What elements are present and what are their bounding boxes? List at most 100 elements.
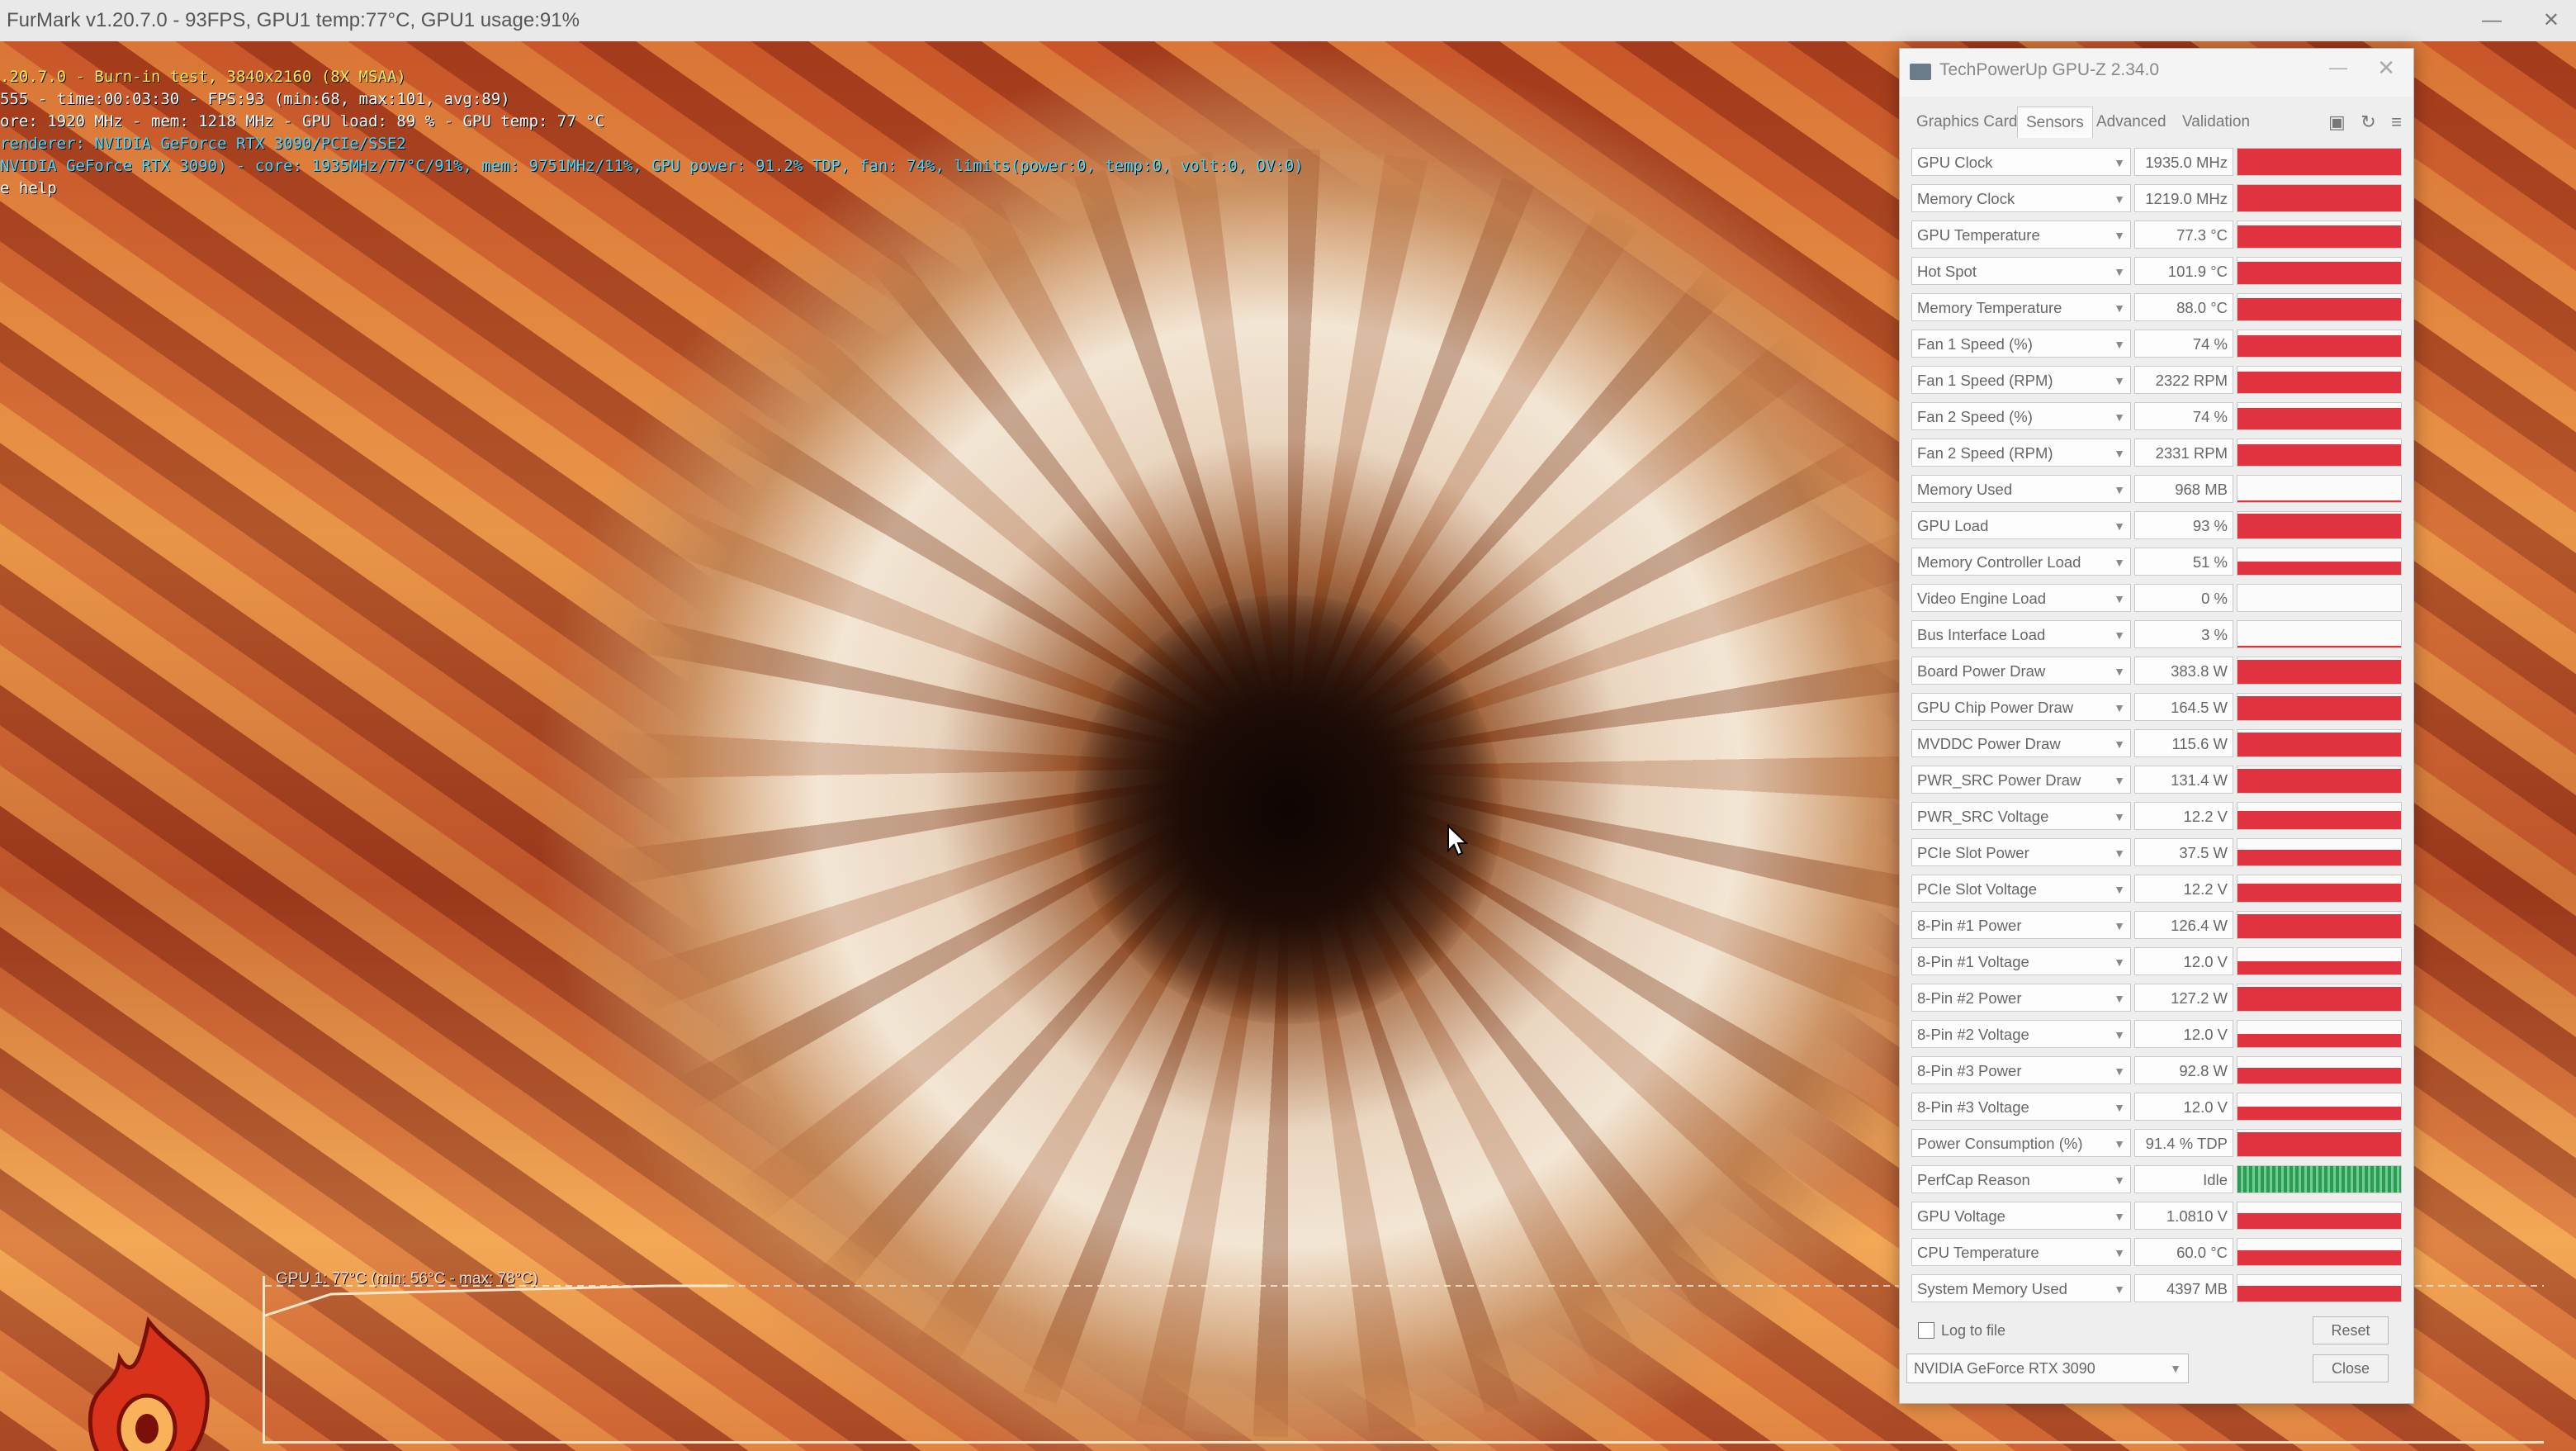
chevron-down-icon: ▼ [2114,265,2125,278]
tab-validation[interactable]: Validation [2174,107,2258,138]
sensor-row: 8-Pin #2 Voltage ▼ 12.0 V [1900,1017,2413,1053]
sensor-value: Idle [2134,1165,2233,1193]
sensor-name-dropdown[interactable]: PWR_SRC Voltage ▼ [1911,802,2131,830]
sensor-name-dropdown[interactable]: Video Engine Load ▼ [1911,584,2131,612]
chevron-down-icon: ▼ [2114,556,2125,569]
sensor-row: GPU Chip Power Draw ▼ 164.5 W [1900,690,2413,726]
sensor-row: 8-Pin #2 Power ▼ 127.2 W [1900,980,2413,1017]
sensor-graph-fill [2237,335,2401,357]
sensor-name-dropdown[interactable]: PCIe Slot Power ▼ [1911,838,2131,866]
sensor-graph [2237,366,2402,394]
chevron-down-icon: ▼ [2114,192,2125,206]
sensor-name: 8-Pin #3 Voltage [1917,1098,2029,1116]
sensor-value: 0 % [2134,584,2233,612]
sensor-row: Power Consumption (%) ▼ 91.4 % TDP [1900,1126,2413,1162]
sensor-name-dropdown[interactable]: GPU Voltage ▼ [1911,1202,2131,1230]
sensor-value: 12.2 V [2134,875,2233,903]
sensor-name-dropdown[interactable]: Fan 2 Speed (%) ▼ [1911,402,2131,430]
sensor-name-dropdown[interactable]: Memory Used ▼ [1911,475,2131,503]
minimize-icon[interactable]: — [2482,0,2502,41]
camera-icon[interactable]: ▣ [2328,111,2346,133]
sensor-value: 1935.0 MHz [2134,148,2233,176]
close-button[interactable]: Close [2313,1354,2389,1382]
sensor-name-dropdown[interactable]: GPU Temperature ▼ [1911,220,2131,249]
chevron-down-icon: ▼ [2114,1065,2125,1078]
menu-icon[interactable]: ≡ [2391,111,2402,133]
sensor-row: 8-Pin #3 Power ▼ 92.8 W [1900,1053,2413,1089]
sensor-name-dropdown[interactable]: Board Power Draw ▼ [1911,657,2131,685]
sensor-row: PWR_SRC Power Draw ▼ 131.4 W [1900,762,2413,799]
fur-donut-center [1073,595,1503,1024]
sensor-name-dropdown[interactable]: 8-Pin #3 Voltage ▼ [1911,1093,2131,1121]
chevron-down-icon: ▼ [2114,665,2125,678]
sensor-name-dropdown[interactable]: 8-Pin #1 Voltage ▼ [1911,947,2131,975]
sensor-graph-fill [2237,500,2401,502]
sensor-value: 131.4 W [2134,766,2233,794]
sensor-row: GPU Clock ▼ 1935.0 MHz [1900,145,2413,181]
sensor-name-dropdown[interactable]: 8-Pin #2 Voltage ▼ [1911,1020,2131,1048]
close-icon[interactable]: ✕ [2377,55,2395,81]
close-icon[interactable]: ✕ [2543,0,2559,41]
chevron-down-icon: ▼ [2114,1210,2125,1223]
sensor-graph-fill [2237,883,2401,902]
furmark-title-bar: FurMark v1.20.7.0 - 93FPS, GPU1 temp:77°… [0,0,2576,41]
sensor-name-dropdown[interactable]: PCIe Slot Voltage ▼ [1911,875,2131,903]
reset-button[interactable]: Reset [2313,1316,2389,1344]
sensor-graph [2237,402,2402,430]
tab-sensors[interactable]: Sensors [2017,107,2093,138]
sensor-name-dropdown[interactable]: System Memory Used ▼ [1911,1274,2131,1302]
chevron-down-icon: ▼ [2170,1362,2181,1375]
sensor-name-dropdown[interactable]: Memory Clock ▼ [1911,184,2131,212]
sensor-name-dropdown[interactable]: MVDDC Power Draw ▼ [1911,729,2131,757]
furmark-window-title: FurMark v1.20.7.0 - 93FPS, GPU1 temp:77°… [7,9,580,31]
tab-advanced[interactable]: Advanced [2088,107,2175,138]
sensor-graph-fill [2237,986,2401,1011]
mouse-cursor-icon [1447,824,1468,856]
minimize-icon[interactable]: — [2329,57,2347,78]
sensor-name-dropdown[interactable]: Fan 2 Speed (RPM) ▼ [1911,439,2131,467]
sensor-value: 93 % [2134,511,2233,539]
sensor-row: Board Power Draw ▼ 383.8 W [1900,653,2413,690]
sensor-name-dropdown[interactable]: Memory Controller Load ▼ [1911,548,2131,576]
sensor-graph-fill [2237,372,2401,393]
chevron-down-icon: ▼ [2114,410,2125,424]
sensor-value: 74 % [2134,330,2233,358]
sensor-value: 3 % [2134,620,2233,648]
sensor-name-dropdown[interactable]: Power Consumption (%) ▼ [1911,1129,2131,1157]
sensor-row: PerfCap Reason ▼ Idle [1900,1162,2413,1198]
sensor-name-dropdown[interactable]: Hot Spot ▼ [1911,257,2131,285]
sensor-name-dropdown[interactable]: 8-Pin #3 Power ▼ [1911,1056,2131,1084]
sensor-graph-fill [2237,1034,2401,1047]
sensor-row: Memory Temperature ▼ 88.0 °C [1900,290,2413,326]
tab-graphics-card[interactable]: Graphics Card [1908,107,2026,138]
sensor-name-dropdown[interactable]: Memory Temperature ▼ [1911,293,2131,321]
sensor-value: 88.0 °C [2134,293,2233,321]
osd-line-gpu-status: NVIDIA GeForce RTX 3090) - core: 1935MHz… [0,157,1304,175]
sensor-name-dropdown[interactable]: PerfCap Reason ▼ [1911,1165,2131,1193]
sensor-name: GPU Voltage [1917,1207,2005,1225]
sensor-name-dropdown[interactable]: GPU Chip Power Draw ▼ [1911,693,2131,721]
sensor-name-dropdown[interactable]: PWR_SRC Power Draw ▼ [1911,766,2131,794]
sensor-name-dropdown[interactable]: GPU Clock ▼ [1911,148,2131,176]
chevron-down-icon: ▼ [2114,810,2125,823]
log-to-file-checkbox[interactable] [1918,1322,1934,1339]
refresh-icon[interactable]: ↻ [2361,111,2375,133]
sensor-name-dropdown[interactable]: Bus Interface Load ▼ [1911,620,2131,648]
sensor-name-dropdown[interactable]: 8-Pin #2 Power ▼ [1911,984,2131,1012]
sensor-value: 383.8 W [2134,657,2233,685]
sensor-name-dropdown[interactable]: Fan 1 Speed (%) ▼ [1911,330,2131,358]
sensor-value: 37.5 W [2134,838,2233,866]
sensor-value: 126.4 W [2134,911,2233,939]
sensor-graph [2237,1020,2402,1048]
sensor-graph [2237,947,2402,975]
gpu-select-dropdown[interactable]: NVIDIA GeForce RTX 3090 ▼ [1906,1354,2189,1383]
chevron-down-icon: ▼ [2114,992,2125,1005]
sensor-value: 164.5 W [2134,693,2233,721]
sensor-name-dropdown[interactable]: GPU Load ▼ [1911,511,2131,539]
sensor-name-dropdown[interactable]: Fan 1 Speed (RPM) ▼ [1911,366,2131,394]
furmark-osd: .20.7.0 - Burn-in test, 3840x2160 (8X MS… [0,66,1304,200]
sensor-name-dropdown[interactable]: 8-Pin #1 Power ▼ [1911,911,2131,939]
sensor-name-dropdown[interactable]: CPU Temperature ▼ [1911,1238,2131,1266]
chevron-down-icon: ▼ [2114,592,2125,605]
sensor-value: 115.6 W [2134,729,2233,757]
